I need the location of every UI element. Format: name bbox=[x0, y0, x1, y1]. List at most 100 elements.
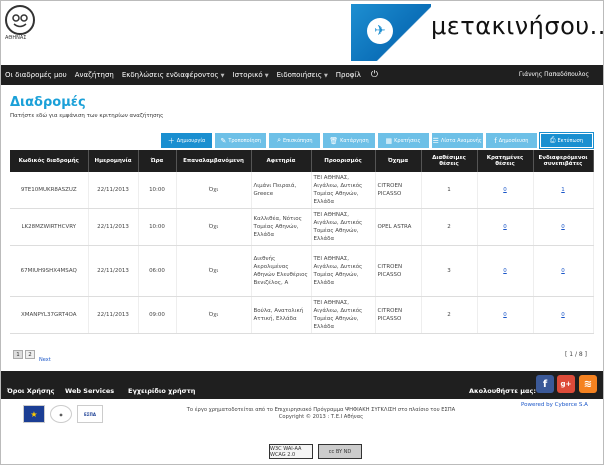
reserved-link[interactable]: 0 bbox=[503, 312, 507, 318]
cell-to: ΤΕΙ ΑΘΗΝΑΣ, Αιγάλεω, Δυτικός Τομέας Αθην… bbox=[311, 245, 376, 297]
cell-interested: 1 bbox=[533, 172, 594, 209]
col-header[interactable]: Κρατημένες θέσεις bbox=[477, 150, 534, 172]
cell-vehicle: CITROEN PICASSO bbox=[375, 296, 422, 334]
publish-button[interactable]: f Δημοσίευση bbox=[485, 133, 537, 148]
cell-interested: 0 bbox=[533, 245, 594, 297]
col-header[interactable]: Όχημα bbox=[375, 150, 422, 172]
col-header[interactable]: Ενδιαφερόμενοι συνεπιβάτες bbox=[533, 150, 594, 172]
create-button[interactable]: ＋ Δημιουργία bbox=[161, 133, 213, 148]
table-row[interactable]: 67MIUH9SHX4MSAQ 22/11/2013 06:00 Όχι Διε… bbox=[10, 245, 594, 297]
delete-button[interactable]: 🗑 Κατάργηση bbox=[323, 133, 375, 148]
google-plus-icon[interactable]: g+ bbox=[557, 375, 575, 393]
tei-logo-text: ΑΘΗΝΑΣ bbox=[5, 35, 27, 41]
nav-profile[interactable]: Προφίλ bbox=[332, 71, 365, 79]
table-row[interactable]: XMANPYL37GRT4OA 22/11/2013 09:00 Όχι Βού… bbox=[10, 296, 594, 334]
next-page-link[interactable]: Next bbox=[39, 357, 51, 363]
table-row[interactable]: 9TE10MUKR8ASZUZ 22/11/2013 10:00 Όχι Λιμ… bbox=[10, 172, 594, 209]
page-count: [ 1 / 8 ] bbox=[565, 351, 587, 358]
search-icon: ⌕ bbox=[277, 136, 281, 144]
powered-by-link[interactable]: Powered by Cyberce S.A bbox=[521, 402, 588, 408]
cell-time: 10:00 bbox=[138, 208, 177, 246]
cell-date: 22/11/2013 bbox=[88, 245, 139, 297]
banner-text: μετακινήσου... bbox=[431, 12, 604, 40]
col-header[interactable]: Κωδικός διαδρομής bbox=[10, 150, 89, 172]
page-title: Διαδρομές bbox=[10, 95, 86, 110]
cell-from: Καλλιθέα, Νότιος Τομέας Αθηνών, Ελλάδα bbox=[251, 208, 312, 246]
page-button-1[interactable]: 1 bbox=[13, 350, 23, 359]
chevron-down-icon: ▼ bbox=[264, 73, 269, 79]
nav-notifications[interactable]: Ειδοποιήσεις ▼ bbox=[273, 71, 332, 79]
nav-interest[interactable]: Εκδηλώσεις ενδιαφέροντος ▼ bbox=[118, 71, 229, 79]
toggle-search-criteria[interactable]: Πατήστε εδώ για εμφάνιση των κριτηρίων α… bbox=[10, 113, 163, 119]
cell-code: LK28MZWIRTHCVRY bbox=[10, 208, 89, 246]
cell-repeat: Όχι bbox=[176, 296, 252, 334]
user-name[interactable]: Γιάννης Παπαδόπουλος bbox=[519, 71, 589, 78]
cell-code: XMANPYL37GRT4OA bbox=[10, 296, 89, 334]
cell-time: 10:00 bbox=[138, 172, 177, 209]
printer-icon: ⎙ bbox=[549, 136, 556, 144]
trash-icon: 🗑 bbox=[329, 136, 339, 145]
cell-date: 22/11/2013 bbox=[88, 208, 139, 246]
table-row[interactable]: LK28MZWIRTHCVRY 22/11/2013 10:00 Όχι Καλ… bbox=[10, 208, 594, 246]
interested-link[interactable]: 0 bbox=[561, 268, 565, 274]
interested-link[interactable]: 0 bbox=[561, 312, 565, 318]
banner-graphic: ✈ bbox=[351, 4, 431, 61]
cell-to: ΤΕΙ ΑΘΗΝΑΣ, Αιγάλεω, Δυτικός Τομέας Αθην… bbox=[311, 296, 376, 334]
pencil-icon: ✎ bbox=[220, 136, 227, 145]
page-button-2[interactable]: 2 bbox=[25, 350, 35, 359]
footer-bar: Όροι Χρήσης Web Services Εγχειρίδιο χρήσ… bbox=[1, 371, 603, 399]
chevron-down-icon: ▼ bbox=[220, 73, 225, 79]
list-icon: ☰ bbox=[432, 136, 439, 145]
rss-icon[interactable]: ≋ bbox=[579, 375, 597, 393]
cell-repeat: Όχι bbox=[176, 245, 252, 297]
routes-table: Κωδικός διαδρομής Ημερομηνία Ώρα Επαναλα… bbox=[10, 150, 594, 334]
col-header[interactable]: Επαναλαμβανόμενη bbox=[176, 150, 252, 172]
print-button[interactable]: ⎙ Εκτύπωση bbox=[538, 132, 595, 149]
interested-link[interactable]: 1 bbox=[561, 187, 565, 193]
funding-line: Το έργο χρηματοδοτείται από το Επιχειρησ… bbox=[186, 407, 456, 413]
manual-link[interactable]: Εγχειρίδιο χρήστη bbox=[128, 387, 195, 395]
cell-from: Βούλα, Ανατολική Αττική, Ελλάδα bbox=[251, 296, 312, 334]
cell-reserved: 0 bbox=[477, 296, 534, 334]
cell-code: 67MIUH9SHX4MSAQ bbox=[10, 245, 89, 297]
creative-commons-badge[interactable]: cc BY ND bbox=[318, 444, 362, 459]
cell-to: ΤΕΙ ΑΘΗΝΑΣ, Αιγάλεω, Δυτικός Τομέας Αθην… bbox=[311, 172, 376, 209]
col-header[interactable]: Ημερομηνία bbox=[88, 150, 139, 172]
power-icon[interactable]: ⏻ bbox=[371, 70, 378, 80]
cell-date: 22/11/2013 bbox=[88, 172, 139, 209]
cell-from: Διεθνής Αερολιμένας Αθηνών Ελευθέριος Βε… bbox=[251, 245, 312, 297]
reservations-button[interactable]: ▦ Κρατήσεις bbox=[377, 133, 429, 148]
interested-link[interactable]: 0 bbox=[561, 224, 565, 230]
reserved-link[interactable]: 0 bbox=[503, 187, 507, 193]
terms-link[interactable]: Όροι Χρήσης bbox=[7, 387, 55, 395]
web-services-link[interactable]: Web Services bbox=[65, 387, 114, 395]
cell-vehicle: CITROEN PICASSO bbox=[375, 172, 422, 209]
edit-button[interactable]: ✎ Τροποποίηση bbox=[215, 133, 267, 148]
reserved-link[interactable]: 0 bbox=[503, 268, 507, 274]
reserved-link[interactable]: 0 bbox=[503, 224, 507, 230]
cell-seats: 1 bbox=[421, 172, 478, 209]
cell-vehicle: OPEL ASTRA bbox=[375, 208, 422, 246]
nav-search[interactable]: Αναζήτηση bbox=[71, 71, 118, 79]
cell-time: 09:00 bbox=[138, 296, 177, 334]
col-header[interactable]: Διαθέσιμες θέσεις bbox=[421, 150, 478, 172]
cell-vehicle: CITROEN PICASSO bbox=[375, 245, 422, 297]
digital-convergence-logo: ◉ bbox=[50, 405, 72, 423]
cell-repeat: Όχι bbox=[176, 172, 252, 209]
col-header[interactable]: Αφετηρία bbox=[251, 150, 312, 172]
espa-logo: ΕΣΠΑ bbox=[77, 405, 103, 423]
tei-logo[interactable] bbox=[5, 5, 35, 35]
main-nav: Οι διαδρομές μου Αναζήτηση Εκδηλώσεις εν… bbox=[1, 65, 603, 85]
cell-reserved: 0 bbox=[477, 208, 534, 246]
view-button[interactable]: ⌕ Επισκόπηση bbox=[269, 133, 321, 148]
col-header[interactable]: Ώρα bbox=[138, 150, 177, 172]
wcag-badge[interactable]: W3C WAI-AA WCAG 2.0 bbox=[269, 444, 313, 459]
pager: 1 2 bbox=[13, 350, 35, 359]
cell-repeat: Όχι bbox=[176, 208, 252, 246]
waiting-list-button[interactable]: ☰ Λίστα Αναμονής bbox=[431, 133, 483, 148]
col-header[interactable]: Προορισμός bbox=[311, 150, 376, 172]
nav-my-routes[interactable]: Οι διαδρομές μου bbox=[1, 71, 71, 79]
cell-reserved: 0 bbox=[477, 172, 534, 209]
nav-history[interactable]: Ιστορικό ▼ bbox=[229, 71, 273, 79]
facebook-icon[interactable]: f bbox=[536, 375, 554, 393]
